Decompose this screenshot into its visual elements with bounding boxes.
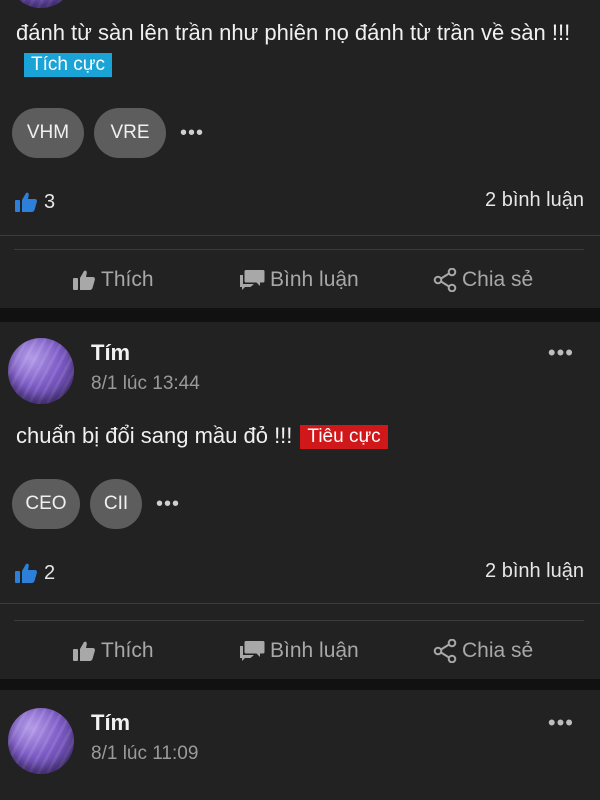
- post-content: đánh từ sàn lên trần như phiên nọ đánh t…: [16, 17, 586, 79]
- comment-icon: [240, 270, 265, 290]
- like-label: Thích: [101, 268, 154, 291]
- share-label: Chia sẻ: [462, 268, 534, 291]
- share-button[interactable]: Chia sẻ: [433, 260, 533, 300]
- author-avatar[interactable]: [8, 708, 74, 774]
- post-card: đánh từ sàn lên trần như phiên nọ đánh t…: [0, 0, 600, 308]
- feed-screen: đánh từ sàn lên trần như phiên nọ đánh t…: [0, 0, 600, 800]
- divider: [0, 235, 600, 236]
- like-button[interactable]: Thích: [72, 260, 154, 300]
- stock-tag[interactable]: VHM: [12, 108, 84, 158]
- more-options-icon[interactable]: •••: [548, 710, 574, 736]
- stock-tags: VHM VRE •••: [12, 107, 204, 159]
- divider: [14, 249, 584, 250]
- more-options-icon[interactable]: •••: [548, 340, 574, 366]
- sentiment-badge-positive: Tích cực: [24, 53, 112, 77]
- comment-button[interactable]: Bình luận: [239, 260, 359, 300]
- divider: [14, 620, 584, 621]
- comment-label: Bình luận: [270, 639, 359, 662]
- post-card: Tím 8/1 lúc 13:44 ••• chuẩn bị đổi sang …: [0, 322, 600, 679]
- thumbs-up-icon: [73, 641, 95, 661]
- comment-icon: [240, 641, 265, 661]
- more-tags-icon[interactable]: •••: [180, 122, 204, 145]
- sentiment-badge-negative: Tiêu cực: [300, 425, 388, 449]
- likes-count: 3: [44, 190, 56, 213]
- author-name[interactable]: Tím: [91, 710, 130, 736]
- more-tags-icon[interactable]: •••: [156, 493, 180, 516]
- post-time: 8/1 lúc 11:09: [91, 743, 199, 764]
- comment-button[interactable]: Bình luận: [239, 631, 359, 671]
- post-card: Tím 8/1 lúc 11:09 •••: [0, 690, 600, 800]
- share-icon: [433, 268, 457, 292]
- comments-count[interactable]: 2 bình luận: [485, 560, 584, 583]
- post-content: chuẩn bị đổi sang mầu đỏ !!! Tiêu cực: [16, 420, 586, 451]
- share-label: Chia sẻ: [462, 639, 534, 662]
- thumbs-up-icon: [73, 270, 95, 290]
- share-button[interactable]: Chia sẻ: [433, 631, 533, 671]
- like-button[interactable]: Thích: [72, 631, 154, 671]
- comment-label: Bình luận: [270, 268, 359, 291]
- divider: [0, 603, 600, 604]
- like-label: Thích: [101, 639, 154, 662]
- thumbs-up-icon: [15, 563, 37, 583]
- post-actions: Thích Bình luận Chia sẻ: [0, 260, 600, 300]
- author-name[interactable]: Tím: [91, 340, 130, 366]
- stock-tag[interactable]: CII: [90, 479, 142, 529]
- likes-count: 2: [44, 561, 56, 584]
- stock-tag[interactable]: VRE: [94, 108, 166, 158]
- post-time: 8/1 lúc 13:44: [91, 373, 200, 394]
- like-summary[interactable]: 2: [14, 560, 55, 586]
- author-avatar[interactable]: [8, 338, 74, 404]
- stock-tags: CEO CII •••: [12, 478, 180, 530]
- comments-count[interactable]: 2 bình luận: [485, 189, 584, 212]
- share-icon: [433, 639, 457, 663]
- post-actions: Thích Bình luận Chia sẻ: [0, 631, 600, 671]
- like-summary[interactable]: 3: [14, 189, 55, 215]
- post-text: đánh từ sàn lên trần như phiên nọ đánh t…: [16, 20, 571, 45]
- stock-tag[interactable]: CEO: [12, 479, 80, 529]
- post-text: chuẩn bị đổi sang mầu đỏ !!!: [16, 423, 293, 448]
- author-avatar[interactable]: [8, 0, 74, 8]
- thumbs-up-icon: [15, 192, 37, 212]
